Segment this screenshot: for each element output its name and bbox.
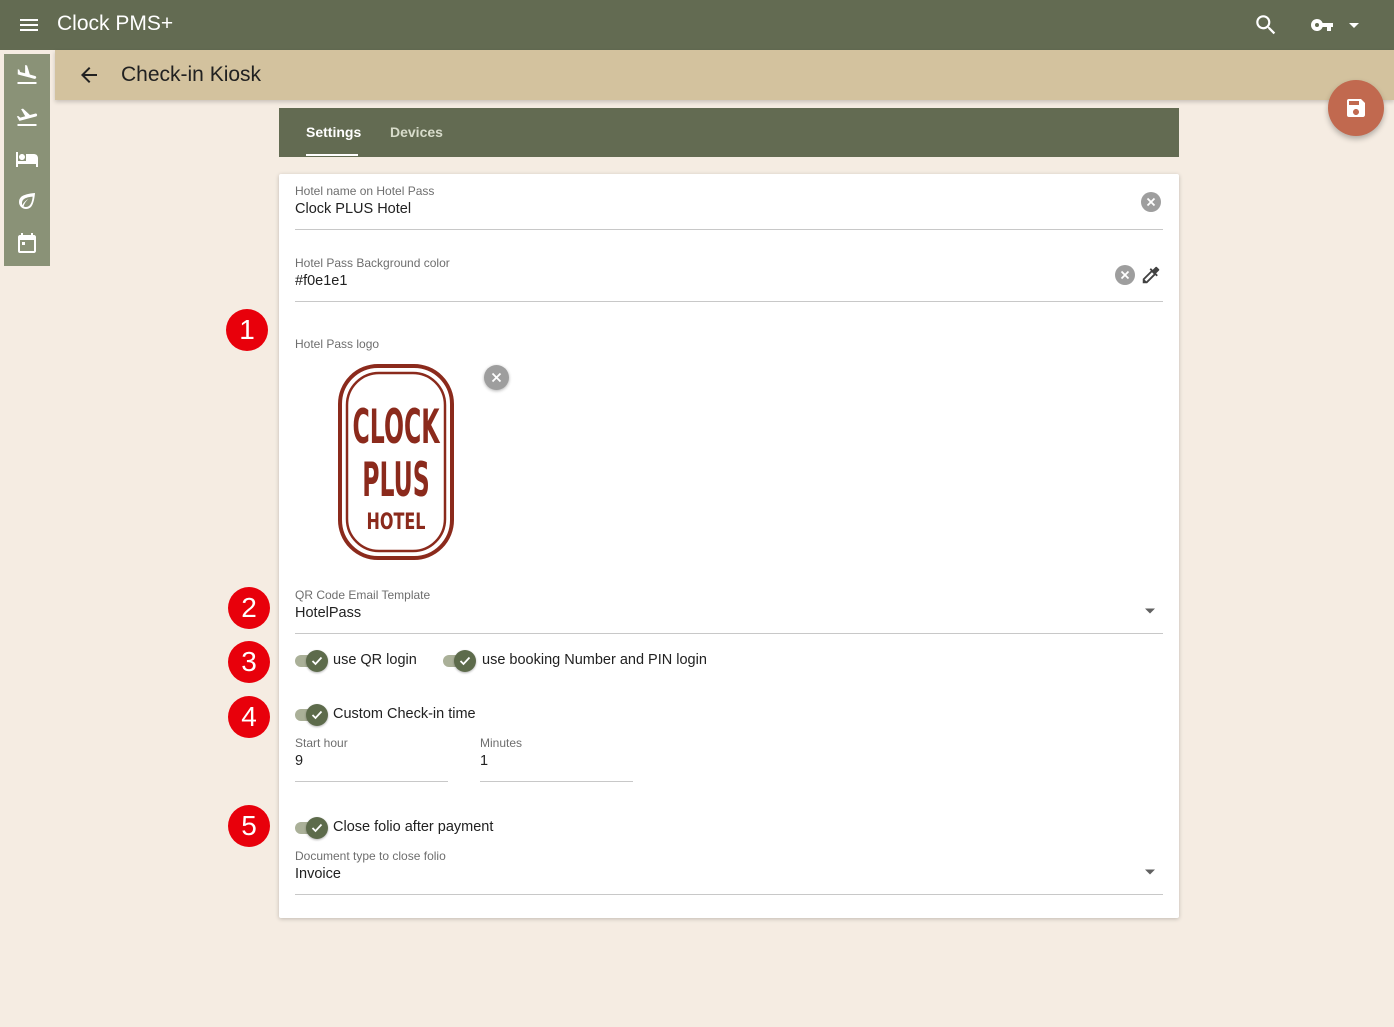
dropdown-arrow-icon[interactable]: [1144, 602, 1156, 614]
annotation-badge-2: 2: [228, 587, 270, 629]
field-underline: [295, 229, 1163, 230]
logo-field: Hotel Pass logo CLOCK PLUS HOTEL: [295, 337, 1163, 567]
qr-login-label: use QR login: [333, 652, 417, 668]
annotation-badge-1: 1: [226, 309, 268, 351]
bed-icon[interactable]: [15, 147, 39, 171]
qr-template-select[interactable]: QR Code Email Template HotelPass: [295, 588, 1163, 634]
page-title: Check-in Kiosk: [121, 63, 262, 86]
dropdown-arrow-icon[interactable]: [1144, 863, 1156, 875]
bg-color-field[interactable]: Hotel Pass Background color #f0e1e1: [295, 256, 1163, 302]
annotation-badge-4: 4: [228, 696, 270, 738]
tab-devices[interactable]: Devices: [390, 108, 443, 157]
minutes-input[interactable]: 1: [480, 753, 488, 769]
key-icon[interactable]: [1308, 13, 1336, 37]
custom-checkin-toggle[interactable]: [295, 704, 329, 726]
field-underline: [480, 781, 633, 782]
remove-logo-icon[interactable]: [484, 365, 509, 390]
hotel-name-input[interactable]: Clock PLUS Hotel: [295, 201, 411, 217]
leaf-icon[interactable]: [15, 189, 39, 213]
start-hour-field[interactable]: Start hour 9: [295, 736, 448, 782]
field-underline: [295, 894, 1163, 895]
hotel-name-label: Hotel name on Hotel Pass: [295, 184, 435, 198]
bg-color-label: Hotel Pass Background color: [295, 256, 450, 270]
save-button[interactable]: [1328, 80, 1384, 136]
logo-line-3: HOTEL: [367, 508, 426, 534]
minutes-field[interactable]: Minutes 1: [480, 736, 633, 782]
qr-login-toggle[interactable]: [295, 650, 329, 672]
annotation-badge-5: 5: [228, 805, 270, 847]
clear-bg-color-icon[interactable]: [1115, 265, 1135, 285]
field-underline: [295, 633, 1163, 634]
search-icon[interactable]: [1253, 12, 1279, 38]
close-folio-toggle[interactable]: [295, 817, 329, 839]
qr-template-value[interactable]: HotelPass: [295, 605, 361, 621]
hotel-logo-image: CLOCK PLUS HOTEL: [337, 363, 455, 561]
back-arrow-icon[interactable]: [77, 63, 101, 87]
doc-type-label: Document type to close folio: [295, 849, 446, 863]
logo-label: Hotel Pass logo: [295, 337, 380, 351]
app-title: Clock PMS+: [57, 12, 174, 35]
calendar-icon[interactable]: [15, 231, 39, 255]
settings-card: Hotel name on Hotel Pass Clock PLUS Hote…: [279, 174, 1179, 918]
color-picker-icon[interactable]: [1140, 264, 1162, 286]
start-hour-label: Start hour: [295, 736, 348, 750]
clear-hotel-name-icon[interactable]: [1141, 192, 1161, 212]
logo-line-2: PLUS: [362, 452, 430, 508]
active-tab-indicator: [306, 154, 358, 156]
doc-type-select[interactable]: Document type to close folio Invoice: [295, 849, 1163, 895]
page-header: Check-in Kiosk: [55, 50, 1394, 100]
account-menu-caret-icon[interactable]: [1347, 14, 1361, 36]
start-hour-input[interactable]: 9: [295, 753, 303, 769]
qr-template-label: QR Code Email Template: [295, 588, 431, 602]
minutes-label: Minutes: [480, 736, 523, 750]
top-app-bar: Clock PMS+: [0, 0, 1394, 50]
save-icon: [1347, 99, 1365, 117]
pin-login-label: use booking Number and PIN login: [482, 652, 707, 668]
hotel-name-field[interactable]: Hotel name on Hotel Pass Clock PLUS Hote…: [295, 184, 1163, 230]
logo-line-1: CLOCK: [352, 399, 440, 455]
doc-type-value[interactable]: Invoice: [295, 866, 341, 882]
menu-icon[interactable]: [17, 13, 41, 37]
custom-checkin-label: Custom Check-in time: [333, 706, 476, 722]
departures-icon[interactable]: [15, 105, 39, 129]
arrivals-icon[interactable]: [15, 63, 39, 87]
close-folio-label: Close folio after payment: [333, 819, 494, 835]
bg-color-input[interactable]: #f0e1e1: [295, 273, 347, 289]
field-underline: [295, 301, 1163, 302]
sidebar: [4, 54, 50, 266]
pin-login-toggle[interactable]: [443, 650, 477, 672]
field-underline: [295, 781, 448, 782]
tab-settings[interactable]: Settings: [306, 108, 361, 157]
annotation-badge-3: 3: [228, 641, 270, 683]
tab-bar: Settings Devices: [279, 108, 1179, 157]
